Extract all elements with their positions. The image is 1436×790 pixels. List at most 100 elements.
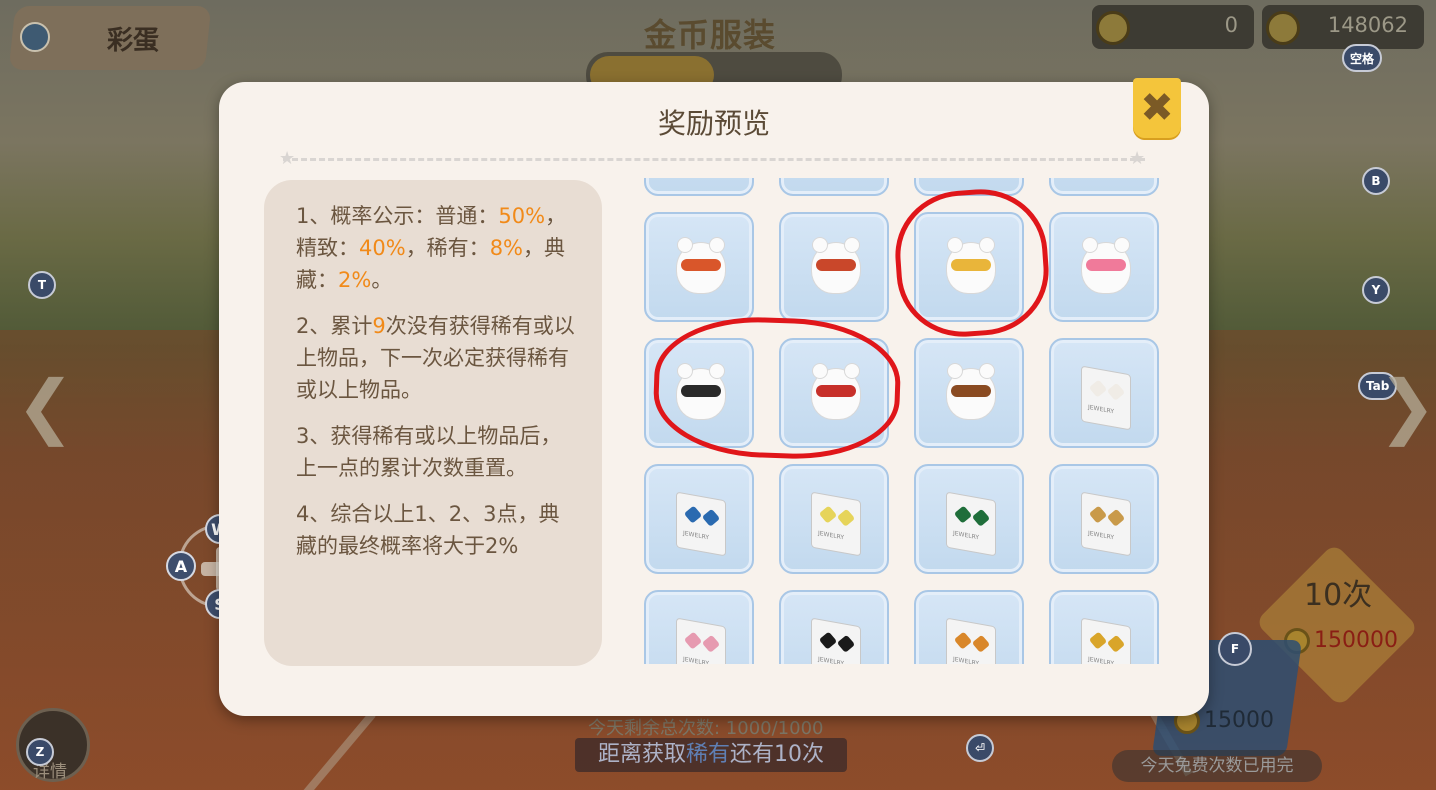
brand-label: JEWELRY: [953, 529, 980, 542]
reward-item[interactable]: [644, 212, 754, 322]
eye-earrings-icon: JEWELRY: [811, 617, 861, 664]
rule-text: 。: [371, 268, 393, 292]
star-earrings-icon: JEWELRY: [811, 491, 861, 557]
a-key-hint: A: [166, 551, 196, 581]
reward-item[interactable]: JEWELRY: [644, 464, 754, 574]
y-key-hint: Y: [1362, 276, 1390, 304]
f-key-hint: F: [1218, 632, 1252, 666]
earring-shape: [818, 505, 838, 524]
close-button[interactable]: ✖: [1133, 78, 1181, 138]
next-arrow-icon[interactable]: ❯: [1378, 365, 1436, 447]
coin-value: 148062: [1327, 13, 1408, 37]
remaining-draws: 今天剩余总次数: 1000/1000: [588, 718, 824, 739]
egg-icon: [20, 22, 50, 52]
ten-draw-label: 10次: [1304, 578, 1373, 613]
coin-counter: 148062: [1262, 5, 1424, 49]
rule-text: 1、概率公示：普通：: [296, 204, 499, 228]
reward-item[interactable]: JEWELRY: [644, 590, 754, 664]
carrot-earrings-icon: JEWELRY: [946, 617, 996, 664]
reward-item[interactable]: JEWELRY: [779, 590, 889, 664]
reward-item[interactable]: [644, 178, 754, 196]
annotation-circle: [651, 313, 903, 463]
reward-item[interactable]: [779, 178, 889, 196]
green-gem-earrings-icon: JEWELRY: [946, 491, 996, 557]
rare-countdown-prefix: 距离获取: [597, 742, 686, 767]
earring-shape: [836, 508, 856, 527]
rule-highlight: 2%: [338, 268, 372, 292]
earring-shape: [818, 631, 838, 650]
z-key-hint: Z: [26, 738, 54, 766]
prev-arrow-icon[interactable]: ❮: [16, 365, 75, 447]
earring-shape: [1106, 382, 1126, 401]
title-divider: [283, 158, 1145, 161]
brand-label: JEWELRY: [1088, 403, 1115, 416]
ticket-value: 0: [1224, 13, 1238, 37]
reward-item[interactable]: [1049, 212, 1159, 322]
rule-highlight: 50%: [498, 204, 546, 228]
reward-item[interactable]: [1049, 178, 1159, 196]
ten-draw-cost: 150000: [1284, 628, 1398, 654]
brand-label: JEWELRY: [683, 655, 710, 664]
earring-shape: [701, 634, 721, 653]
earring-shape: [836, 634, 856, 653]
free-draws-message: 今天免费次数已用完: [1112, 750, 1322, 782]
brand-label: JEWELRY: [1088, 529, 1115, 542]
earring-shape: [971, 634, 991, 653]
reward-item[interactable]: JEWELRY: [1049, 590, 1159, 664]
ten-draw-cost-value: 150000: [1314, 628, 1398, 653]
rule-item: 2、累计9次没有获得稀有或以上物品，下一次必定获得稀有或以上物品。: [296, 310, 580, 406]
reward-item[interactable]: [779, 212, 889, 322]
earring-shape: [1088, 505, 1108, 524]
rule-highlight: 40%: [359, 236, 406, 260]
star-icon: ★: [279, 148, 296, 169]
pink-star-glasses-icon: [1081, 237, 1131, 294]
page-title: 金币服装: [644, 16, 777, 54]
probability-rules: 1、概率公示：普通：50%，精致：40%，稀有：8%，典藏：2%。 2、累计9次没…: [264, 180, 602, 666]
reward-item[interactable]: JEWELRY: [779, 464, 889, 574]
earring-shape: [1106, 634, 1126, 653]
earring-shape: [683, 631, 703, 650]
earring-shape: [1088, 631, 1108, 650]
ticket-icon: [1096, 11, 1130, 45]
brand-label: JEWELRY: [683, 529, 710, 542]
coin-icon: [1266, 11, 1300, 45]
blue-gem-earrings-icon: JEWELRY: [676, 491, 726, 557]
rule-text: 2、累计: [296, 314, 373, 338]
rule-highlight: 9: [372, 314, 386, 338]
rare-countdown-rarity: 稀有: [686, 742, 731, 767]
rule-highlight: 8%: [489, 236, 524, 260]
brand-label: JEWELRY: [818, 655, 845, 664]
accessory-shape: [1086, 259, 1126, 271]
reward-item[interactable]: JEWELRY: [1049, 338, 1159, 448]
reward-item[interactable]: [914, 338, 1024, 448]
earring-shape: [683, 505, 703, 524]
ticket-counter: 0: [1092, 5, 1254, 49]
accessory-shape: [951, 385, 991, 397]
reward-item[interactable]: JEWELRY: [914, 464, 1024, 574]
earring-shape: [701, 508, 721, 527]
brand-label: JEWELRY: [953, 655, 980, 664]
accessory-shape: [681, 259, 721, 271]
reward-item[interactable]: JEWELRY: [1049, 464, 1159, 574]
orange-curly-hair-bow-icon: [676, 237, 726, 294]
rule-text: 4、综合以上1、2、3点，典藏的最终概率将大于2%: [296, 502, 560, 558]
earring-shape: [971, 508, 991, 527]
enter-key-hint: ⏎: [966, 734, 994, 762]
dialog-title: 奖励预览: [657, 107, 770, 140]
earring-shape: [953, 631, 973, 650]
space-key-hint: 空格: [1342, 44, 1383, 72]
rule-text: ，稀有：: [405, 236, 490, 260]
lightning-earrings-icon: JEWELRY: [1081, 617, 1131, 664]
rule-item: 1、概率公示：普通：50%，精致：40%，稀有：8%，典藏：2%。: [296, 200, 580, 296]
brand-label: JEWELRY: [818, 529, 845, 542]
reward-item[interactable]: JEWELRY: [914, 590, 1024, 664]
star-icon: ★: [1129, 148, 1146, 169]
rule-item: 4、综合以上1、2、3点，典藏的最终概率将大于2%: [296, 498, 580, 562]
t-key-hint: T: [28, 271, 56, 299]
rare-countdown: 距离获取稀有还有10次: [575, 738, 847, 772]
pearl-earrings-icon: JEWELRY: [1081, 365, 1131, 431]
earring-shape: [1106, 508, 1126, 527]
brand-label: JEWELRY: [1088, 655, 1115, 664]
accessory-shape: [816, 259, 856, 271]
pink-drop-earrings-icon: JEWELRY: [676, 617, 726, 664]
